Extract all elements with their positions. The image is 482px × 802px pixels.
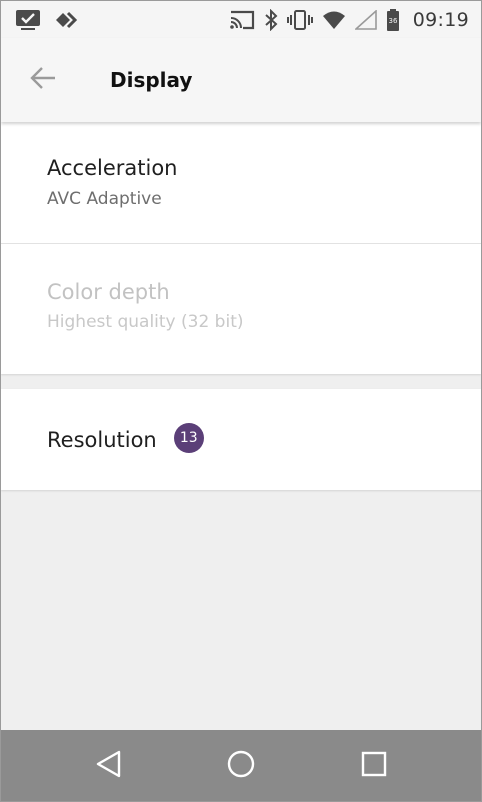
signal-icon — [354, 9, 377, 30]
resolution-preference[interactable]: Resolution 13 — [1, 389, 481, 490]
status-right-group: 36 09:19 — [229, 8, 469, 32]
nav-recents-button[interactable] — [334, 730, 414, 801]
nav-home-button[interactable] — [201, 730, 281, 801]
resolution-group: Resolution 13 — [1, 389, 481, 490]
phone-screen: 36 09:19 Display Acceleration AVC Adapti… — [0, 0, 482, 802]
bluetooth-icon — [264, 8, 278, 31]
color-depth-summary: Highest quality (32 bit) — [47, 312, 244, 332]
back-button[interactable] — [15, 52, 71, 108]
diamond-arrows-icon — [53, 9, 81, 31]
display-settings-group: Acceleration AVC Adaptive Color depth Hi… — [1, 122, 481, 374]
wifi-icon — [322, 10, 346, 30]
acceleration-preference[interactable]: Acceleration AVC Adaptive — [1, 122, 481, 243]
app-bar: Display — [1, 38, 481, 122]
status-left-group — [15, 9, 81, 31]
check-notification-icon — [15, 9, 41, 31]
color-depth-title: Color depth — [47, 280, 170, 304]
navigation-bar — [1, 730, 481, 801]
status-time: 09:19 — [412, 8, 469, 31]
vibrate-icon — [286, 9, 313, 31]
nav-recents-icon — [360, 750, 388, 782]
battery-level-label: 36 — [388, 17, 397, 25]
resolution-title: Resolution — [47, 427, 157, 452]
cast-icon — [229, 10, 255, 30]
page-title: Display — [110, 68, 193, 92]
nav-back-button[interactable] — [69, 730, 149, 801]
status-bar: 36 09:19 — [1, 1, 481, 38]
acceleration-summary: AVC Adaptive — [47, 189, 162, 209]
acceleration-title: Acceleration — [47, 156, 178, 180]
color-depth-preference: Color depth Highest quality (32 bit) — [1, 244, 481, 374]
nav-back-icon — [95, 749, 123, 783]
nav-home-icon — [226, 749, 256, 783]
resolution-badge: 13 — [173, 422, 204, 453]
arrow-left-icon — [29, 66, 57, 94]
battery-icon: 36 — [386, 8, 400, 32]
